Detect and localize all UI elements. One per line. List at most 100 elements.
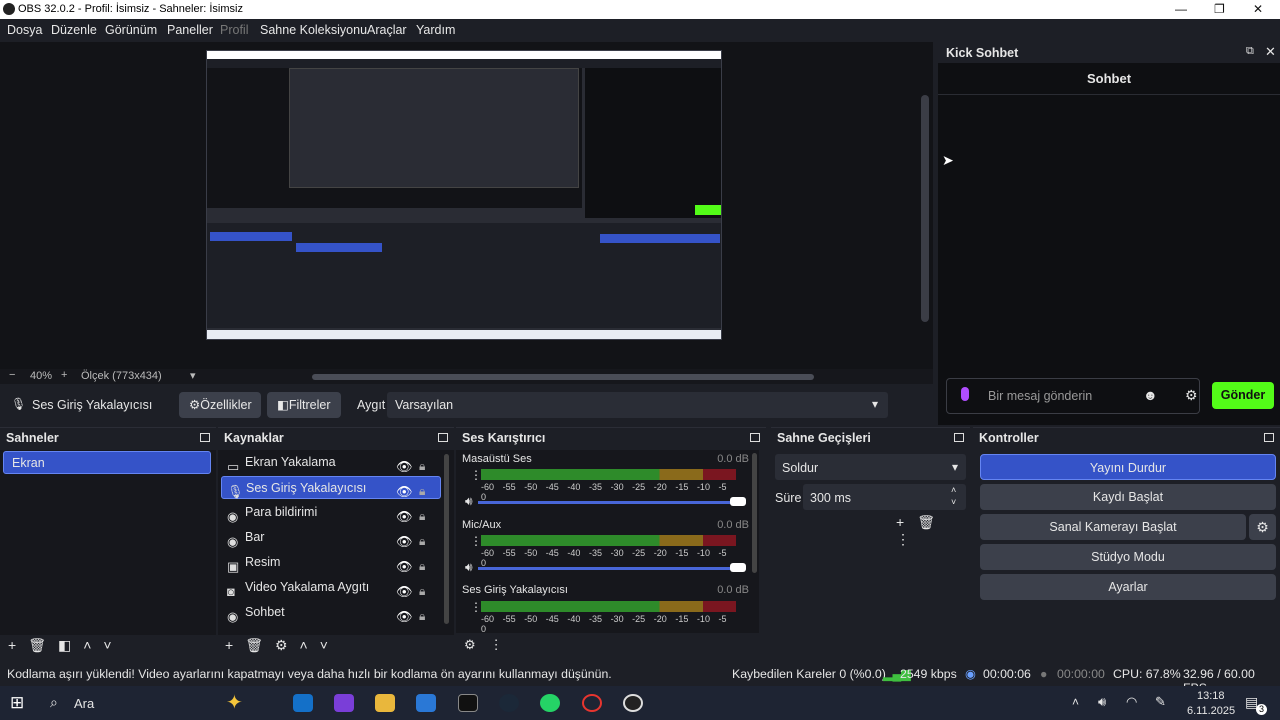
preview-vertical-scrollbar[interactable] — [921, 95, 929, 322]
virtual-camera-settings-icon[interactable]: ⚙ — [1249, 514, 1276, 540]
visibility-icons[interactable]: 👁︎ 👁︎ 👁︎ 👁︎ 👁︎ 👁︎ 👁︎ — [396, 454, 413, 629]
cpu-usage: CPU: 67.8% — [1113, 667, 1181, 681]
dock-float-icon[interactable] — [954, 433, 964, 442]
down-icon[interactable]: ˅ — [320, 637, 340, 653]
up-icon[interactable]: ˄ — [83, 637, 103, 653]
microphone-icon[interactable] — [961, 387, 969, 401]
dock-float-icon[interactable] — [1264, 433, 1274, 442]
start-recording-button[interactable]: Kaydı Başlat — [980, 484, 1276, 510]
filters-button[interactable]: ◧Filtreler — [267, 392, 341, 418]
add-icon[interactable]: + — [8, 637, 28, 653]
mouse-cursor-icon: ➤ — [942, 152, 954, 168]
volume-slider[interactable] — [478, 563, 746, 572]
preview-horizontal-scrollbar[interactable] — [312, 374, 814, 380]
chat-settings-icon[interactable]: ⚙ — [1185, 387, 1198, 404]
menu-araclar[interactable]: Araçlar — [367, 23, 407, 37]
speaker-icon[interactable]: 🔊︎ — [465, 494, 473, 509]
undock-icon[interactable]: ⧉ — [1246, 45, 1254, 58]
sources-title: Kaynaklar — [224, 431, 284, 445]
add-icon[interactable]: + — [225, 637, 245, 653]
lock-icons[interactable]: 🔒︎ 🔒︎ 🔒︎ 🔒︎ 🔒︎ 🔒︎ 🔒︎ — [419, 454, 425, 629]
steam-icon[interactable] — [499, 694, 519, 712]
up-icon[interactable]: ˄ — [300, 637, 320, 653]
app-icon[interactable] — [334, 694, 354, 712]
transition-select[interactable]: Soldur ▾ — [775, 454, 966, 480]
opera-icon[interactable] — [582, 694, 602, 712]
gear-icon[interactable]: ⚙ — [275, 637, 300, 653]
down-icon[interactable]: ˅ — [103, 637, 123, 653]
close-icon[interactable]: ✕ — [1253, 2, 1263, 16]
obs-taskbar-icon[interactable] — [623, 694, 643, 712]
taskbar-search-label[interactable]: Ara — [74, 696, 94, 711]
windows-taskbar: ⊞ ⌕ Ara ✦ ˄ 🔊︎ ◠ ✎ 13:18 6.11.2025 ▤ 3 — [0, 686, 1280, 720]
outlook-icon[interactable] — [293, 694, 313, 712]
chevron-down-icon: ▾ — [872, 397, 879, 411]
transitions-title: Sahne Geçişleri — [777, 431, 871, 445]
trash-icon[interactable]: 🗑︎ — [917, 514, 948, 530]
properties-button[interactable]: ⚙Özellikler — [179, 392, 261, 418]
tray-chevron-icon[interactable]: ˄ — [1072, 695, 1079, 709]
more-icon[interactable]: ⋮ — [490, 637, 517, 652]
maximize-icon[interactable]: ❐ — [1214, 2, 1225, 16]
menu-dosya[interactable]: Dosya — [7, 23, 42, 37]
menu-profil[interactable]: Profil — [220, 23, 248, 37]
duration-spinbox[interactable]: 300 ms ˄ ˅ — [803, 484, 966, 510]
volume-icon[interactable]: 🔊︎ — [1098, 694, 1106, 710]
settings-button[interactable]: Ayarlar — [980, 574, 1276, 600]
file-explorer-icon[interactable] — [375, 694, 395, 712]
bitrate: 2549 kbps — [900, 667, 957, 681]
gear-icon[interactable]: ⚙ — [464, 637, 490, 652]
meter-ticks: -60 -55 -50 -45 -40 -35 -30 -25 -20 -15 -10 -50 — [481, 614, 727, 633]
whatsapp-icon[interactable] — [540, 694, 560, 712]
mixer-scrollbar[interactable] — [752, 453, 757, 573]
minimize-icon[interactable]: — — [1175, 2, 1187, 16]
copilot-icon[interactable]: ✦ — [226, 690, 243, 715]
zoom-in-button[interactable]: + — [61, 369, 67, 381]
dock-close-icon[interactable]: ✕ — [1265, 44, 1276, 60]
level-meter — [481, 601, 736, 612]
windows-start-icon[interactable]: ⊞ — [10, 693, 24, 713]
volume-knob[interactable] — [730, 563, 746, 572]
wifi-icon[interactable]: ◠ — [1126, 694, 1137, 710]
menu-sahne-koleksiyonu[interactable]: Sahne Koleksiyonu — [260, 23, 367, 37]
speaker-icon[interactable]: 🔊︎ — [465, 560, 473, 575]
more-icon[interactable]: ⋮ — [896, 531, 923, 547]
add-icon[interactable]: + — [896, 514, 917, 530]
clock-time[interactable]: 13:18 — [1197, 690, 1225, 702]
menu-yardim[interactable]: Yardım — [416, 23, 455, 37]
zoom-out-button[interactable]: − — [9, 369, 15, 381]
epic-games-icon[interactable] — [458, 694, 478, 712]
studio-mode-button[interactable]: Stüdyo Modu — [980, 544, 1276, 570]
channel-db: 0.0 dB — [717, 453, 749, 465]
volume-slider[interactable] — [478, 497, 746, 506]
trash-icon[interactable]: 🗑︎ — [245, 637, 275, 653]
menu-paneller[interactable]: Paneller — [167, 23, 213, 37]
chat-message-input[interactable]: Bir mesaj gönderin ☻ — [946, 378, 1200, 414]
start-virtual-camera-button[interactable]: Sanal Kamerayı Başlat — [980, 514, 1246, 540]
store-icon[interactable] — [416, 694, 436, 712]
dock-float-icon[interactable] — [750, 433, 760, 442]
send-button[interactable]: Gönder — [1212, 382, 1274, 409]
source-label: Video Yakalama Aygıtı — [245, 580, 370, 594]
menu-gorunum[interactable]: Görünüm — [105, 23, 157, 37]
scene-item[interactable]: Ekran — [3, 451, 211, 474]
dock-float-icon[interactable] — [200, 433, 210, 442]
stop-stream-button[interactable]: Yayını Durdur — [980, 454, 1276, 480]
emoji-icon[interactable]: ☻ — [1143, 387, 1158, 403]
level-meter — [481, 535, 736, 546]
menu-duzenle[interactable]: Düzenle — [51, 23, 97, 37]
device-select[interactable]: Varsayılan ▾ — [387, 392, 888, 418]
volume-knob[interactable] — [730, 497, 746, 506]
device-label: Aygıt — [357, 398, 386, 412]
spin-arrows-icon[interactable]: ˄ ˅ — [951, 484, 956, 508]
sources-scrollbar[interactable] — [444, 454, 449, 624]
trash-icon[interactable]: 🗑︎ — [28, 637, 58, 653]
filter-icon[interactable]: ◧ — [58, 637, 83, 653]
pen-icon[interactable]: ✎ — [1155, 694, 1166, 710]
scenes-list: Ekran — [0, 450, 216, 635]
clock-date[interactable]: 6.11.2025 — [1187, 705, 1235, 717]
notification-count: 3 — [1256, 704, 1267, 715]
dock-float-icon[interactable] — [438, 433, 448, 442]
scale-dropdown-icon[interactable]: ▾ — [190, 369, 196, 382]
search-icon[interactable]: ⌕ — [50, 694, 58, 711]
